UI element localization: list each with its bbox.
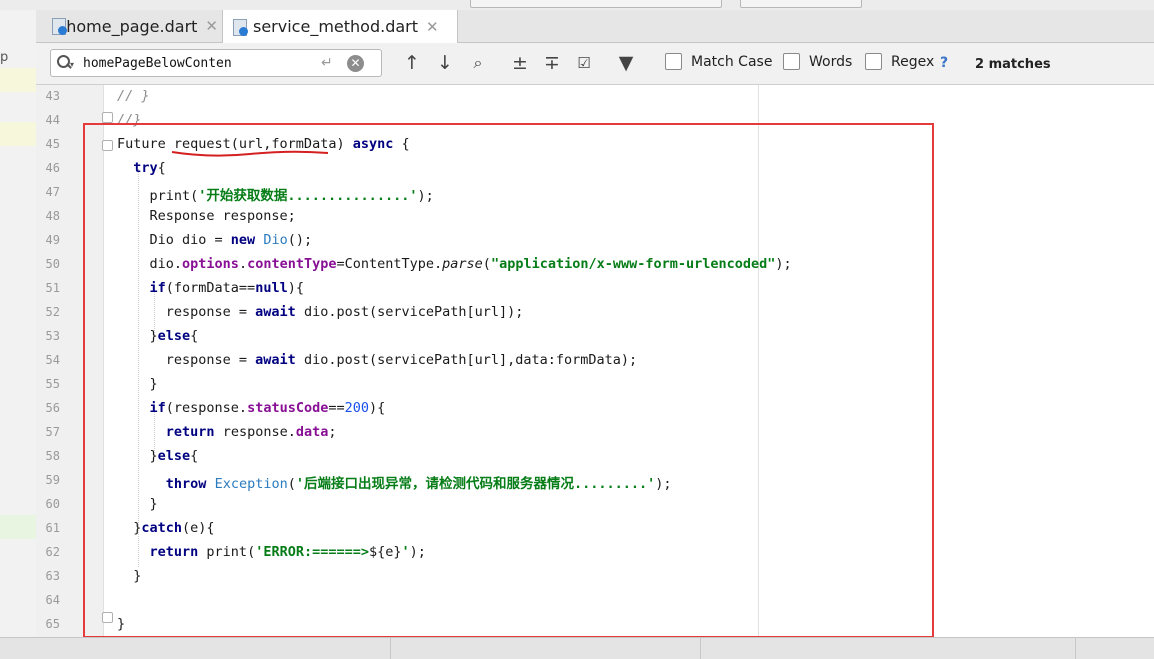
match-case-option[interactable]: Match Case — [665, 53, 772, 70]
filter-icon[interactable]: ▼ — [614, 51, 638, 75]
line-number: 54 — [45, 353, 60, 367]
line-number: 63 — [45, 569, 60, 583]
remove-selection-icon[interactable]: ∓ — [540, 51, 564, 75]
status-divider — [700, 638, 701, 659]
line-number: 61 — [45, 521, 60, 535]
line-number: 45 — [45, 137, 60, 151]
code-text: // } — [117, 88, 150, 104]
line-number: 55 — [45, 377, 60, 391]
code-line: 43 // } — [36, 85, 1154, 109]
tab-service-method[interactable]: service_method.dart ✕ — [222, 10, 458, 43]
search-input[interactable] — [81, 54, 321, 72]
regex-help-icon[interactable]: ? — [940, 55, 948, 71]
red-underline-annotation — [171, 150, 329, 157]
line-number: 49 — [45, 233, 60, 247]
toolbar-fragment — [740, 0, 862, 8]
words-checkbox[interactable] — [783, 53, 800, 70]
line-number: 52 — [45, 305, 60, 319]
line-number: 48 — [45, 209, 60, 223]
project-row-highlight[interactable] — [0, 515, 36, 539]
project-panel-text: p — [0, 50, 9, 65]
line-number: 57 — [45, 425, 60, 439]
project-row-highlight[interactable] — [0, 122, 36, 146]
line-number: 62 — [45, 545, 60, 559]
status-divider — [1075, 638, 1076, 659]
match-case-label: Match Case — [691, 53, 773, 70]
select-all-occurrences-icon[interactable]: ☑ — [572, 51, 596, 75]
editor-tab-bar: home_page.dart ✕ service_method.dart ✕ — [36, 10, 1154, 43]
search-field[interactable]: ▾ ↵ ✕ — [50, 49, 382, 77]
line-number: 46 — [45, 161, 60, 175]
match-count: 2 matches — [975, 57, 1051, 72]
status-divider — [390, 638, 391, 659]
tab-label: service_method.dart — [253, 17, 418, 36]
match-case-checkbox[interactable] — [665, 53, 682, 70]
line-number: 60 — [45, 497, 60, 511]
newline-icon[interactable]: ↵ — [321, 55, 343, 71]
tab-home-page[interactable]: home_page.dart ✕ — [42, 10, 218, 42]
previous-occurrence-icon[interactable]: ↑ — [400, 51, 424, 75]
regex-checkbox[interactable] — [865, 53, 882, 70]
words-label: Words — [809, 53, 853, 70]
project-row-highlight[interactable] — [0, 68, 36, 92]
toolbar-fragment — [470, 0, 722, 8]
search-icon[interactable]: ▾ — [51, 50, 81, 76]
regex-label: Regex — [891, 53, 935, 70]
line-number: 58 — [45, 449, 60, 463]
close-icon[interactable]: ✕ — [426, 18, 439, 36]
line-number: 50 — [45, 257, 60, 271]
close-icon[interactable]: ✕ — [205, 17, 218, 35]
clear-icon[interactable]: ✕ — [347, 54, 364, 72]
words-option[interactable]: Words — [783, 53, 852, 70]
line-number: 44 — [45, 113, 60, 127]
find-bar: ▾ ↵ ✕ ↑ ↓ ⌕ ± ∓ ☑ ▼ Match Case Words Reg… — [36, 43, 1154, 85]
project-panel: p — [0, 10, 37, 648]
line-number: 51 — [45, 281, 60, 295]
find-all-icon[interactable]: ⌕ — [466, 51, 490, 75]
line-number: 43 — [45, 89, 60, 103]
line-number: 59 — [45, 473, 60, 487]
line-number: 53 — [45, 329, 60, 343]
dart-file-icon — [233, 18, 248, 36]
line-number: 64 — [45, 593, 60, 607]
line-number: 47 — [45, 185, 60, 199]
line-number: 65 — [45, 617, 60, 631]
add-selection-icon[interactable]: ± — [508, 51, 532, 75]
dart-file-icon — [52, 18, 67, 35]
status-bar — [0, 637, 1154, 659]
highlight-box — [83, 123, 934, 638]
regex-option[interactable]: Regex — [865, 53, 934, 70]
next-occurrence-icon[interactable]: ↓ — [433, 51, 457, 75]
tab-label: home_page.dart — [66, 16, 198, 36]
line-number: 56 — [45, 401, 60, 415]
